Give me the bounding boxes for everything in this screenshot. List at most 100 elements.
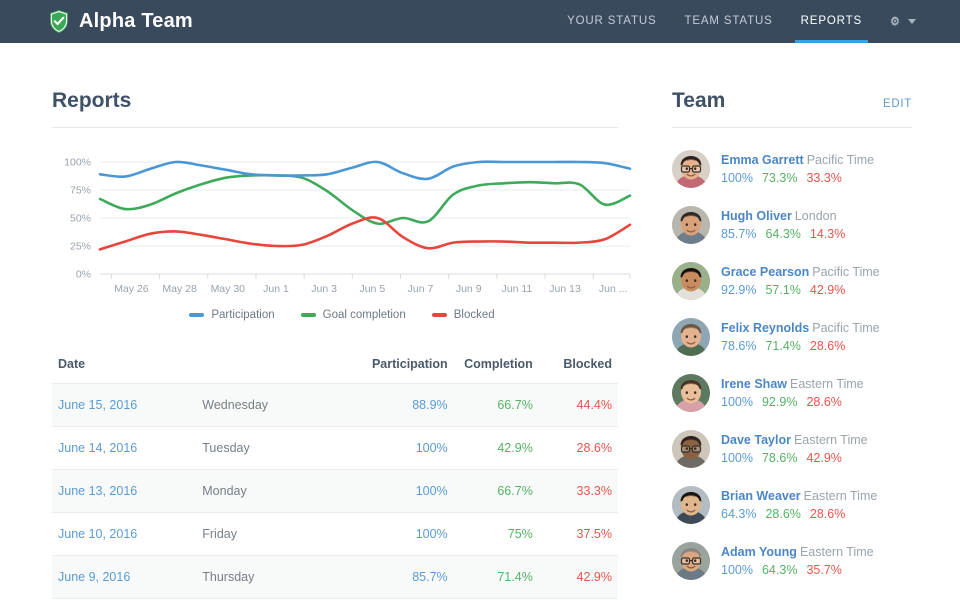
team-member-name[interactable]: Felix Reynolds — [721, 321, 809, 335]
table-row[interactable]: June 15, 2016 Wednesday 88.9% 66.7% 44.4% — [52, 383, 618, 427]
cell-weekday: Thursday — [202, 570, 255, 584]
team-member-item[interactable]: Brian Weaver Eastern Time 64.3% 28.6% 28.6% — [672, 482, 912, 528]
cell-weekday: Friday — [202, 527, 237, 541]
svg-text:25%: 25% — [70, 241, 91, 253]
cell-blocked: 33.3% — [576, 484, 612, 498]
team-member-blocked: 28.6% — [809, 506, 846, 521]
team-member-name[interactable]: Emma Garrett — [721, 153, 804, 167]
svg-text:Jun 11: Jun 11 — [501, 283, 532, 295]
team-member-stats: 100% 78.6% 42.9% — [721, 450, 868, 467]
main-column: Reports 0% 25% 50% 75% 100% May 26 May 28 May … — [0, 43, 660, 600]
team-member-info: Adam Young Eastern Time 100% 64.3% 35.7% — [721, 544, 874, 579]
team-member-stats: 100% 73.3% 33.3% — [721, 170, 874, 187]
team-member-item[interactable]: Irene Shaw Eastern Time 100% 92.9% 28.6% — [672, 370, 912, 416]
team-member-stats: 78.6% 71.4% 28.6% — [721, 338, 880, 355]
nav-link-team-status[interactable]: TEAM STATUS — [671, 0, 787, 43]
cell-date[interactable]: June 13, 2016 — [52, 470, 202, 513]
team-member-name[interactable]: Brian Weaver — [721, 489, 801, 503]
team-section-header: Team EDIT — [672, 89, 912, 128]
table-header-row: Date Participation Completion Blocked — [52, 357, 618, 384]
svg-text:Jun 13: Jun 13 — [549, 283, 581, 295]
team-member-name[interactable]: Hugh Oliver — [721, 209, 792, 223]
cell-participation: 100% — [415, 527, 448, 541]
cell-date[interactable]: June 10, 2016 — [52, 513, 202, 556]
team-member-blocked: 33.3% — [806, 170, 842, 185]
legend-swatch-goal-completion — [300, 313, 316, 317]
legend-label-participation: Participation — [211, 309, 275, 321]
table-row[interactable]: June 13, 2016 Monday 100% 66.7% 33.3% — [52, 469, 618, 513]
team-member-name[interactable]: Irene Shaw — [721, 377, 787, 391]
svg-text:May 26: May 26 — [114, 283, 149, 295]
avatar-dave-taylor — [672, 430, 710, 468]
team-member-stats: 100% 92.9% 28.6% — [721, 394, 864, 411]
team-member-completion: 64.3% — [765, 226, 801, 241]
team-member-name[interactable]: Dave Taylor — [721, 433, 791, 447]
cell-date[interactable]: June 14, 2016 — [52, 427, 202, 470]
team-member-completion: 71.4% — [765, 338, 801, 353]
reports-table: Date Participation Completion Blocked Ju… — [52, 357, 618, 600]
team-member-participation: 100% — [721, 562, 753, 577]
avatar-brian-weaver — [672, 486, 710, 524]
nav-link-reports[interactable]: REPORTS — [787, 0, 876, 43]
team-member-completion: 92.9% — [761, 394, 798, 409]
team-member-identity: Dave Taylor Eastern Time — [721, 432, 868, 449]
team-member-item[interactable]: Emma Garrett Pacific Time 100% 73.3% 33.3% — [672, 146, 912, 192]
cell-blocked: 42.9% — [576, 570, 612, 584]
avatar-grace-pearson — [672, 262, 710, 300]
cell-completion: 66.7% — [497, 398, 533, 412]
team-member-completion: 64.3% — [761, 562, 798, 577]
team-member-name[interactable]: Grace Pearson — [721, 265, 809, 279]
chart-legend: Participation Goal completion Blocked — [52, 309, 632, 321]
legend-item-goal-completion[interactable]: Goal completion — [300, 309, 406, 321]
team-member-item[interactable]: Grace Pearson Pacific Time 92.9% 57.1% 42.9% — [672, 258, 912, 304]
column-header-blocked[interactable]: Blocked — [533, 357, 618, 384]
team-member-item[interactable]: Adam Young Eastern Time 100% 64.3% 35.7% — [672, 538, 912, 584]
svg-text:May 30: May 30 — [211, 283, 246, 295]
column-header-date[interactable]: Date — [52, 357, 202, 384]
sidebar: Team EDIT Emma Garrett Pacific Time 100% 73… — [660, 43, 960, 600]
team-member-completion: 57.1% — [765, 282, 801, 297]
gear-icon — [888, 15, 902, 29]
reports-chart: 0% 25% 50% 75% 100% May 26 May 28 May 30 Jun 1 J… — [52, 154, 632, 321]
top-navigation-bar: Alpha Team YOUR STATUS TEAM STATUS REPOR… — [0, 0, 960, 43]
team-member-participation: 64.3% — [721, 506, 757, 521]
team-member-timezone: Pacific Time — [812, 320, 880, 335]
team-member-participation: 100% — [721, 394, 753, 409]
legend-swatch-participation — [189, 313, 205, 317]
team-member-timezone: Eastern Time — [799, 544, 874, 559]
team-member-timezone: Eastern Time — [803, 488, 878, 503]
chart-line-participation — [98, 160, 632, 181]
team-member-participation: 100% — [721, 450, 753, 465]
cell-completion: 71.4% — [497, 570, 533, 584]
legend-item-blocked[interactable]: Blocked — [431, 309, 495, 321]
column-header-participation[interactable]: Participation — [363, 357, 448, 384]
team-member-name[interactable]: Adam Young — [721, 545, 797, 559]
team-member-stats: 92.9% 57.1% 42.9% — [721, 282, 880, 299]
avatar-irene-shaw — [672, 374, 710, 412]
cell-participation: 100% — [415, 441, 448, 455]
team-member-item[interactable]: Felix Reynolds Pacific Time 78.6% 71.4% 28.6… — [672, 314, 912, 360]
column-header-completion[interactable]: Completion — [448, 357, 533, 384]
nav-link-your-status[interactable]: YOUR STATUS — [553, 0, 670, 43]
svg-text:Jun 9: Jun 9 — [456, 283, 482, 295]
legend-item-participation[interactable]: Participation — [189, 309, 275, 321]
team-member-item[interactable]: Hugh Oliver London 85.7% 64.3% 14.3% — [672, 202, 912, 248]
cell-date[interactable]: June 9, 2016 — [52, 556, 202, 599]
legend-swatch-blocked — [431, 313, 447, 317]
svg-text:0%: 0% — [76, 269, 91, 281]
team-edit-link[interactable]: EDIT — [883, 98, 912, 110]
chart-line-goal-completion — [98, 173, 632, 226]
svg-text:May 28: May 28 — [162, 283, 197, 295]
cell-date[interactable]: June 15, 2016 — [52, 384, 202, 427]
table-row[interactable]: June 9, 2016 Thursday 85.7% 71.4% 42.9% — [52, 555, 618, 599]
team-member-completion: 73.3% — [761, 170, 798, 185]
settings-menu-button[interactable] — [876, 15, 916, 29]
team-member-blocked: 28.6% — [809, 338, 846, 353]
avatar-adam-young — [672, 542, 710, 580]
brand-logo[interactable]: Alpha Team — [48, 9, 193, 34]
table-row[interactable]: June 14, 2016 Tuesday 100% 42.9% 28.6% — [52, 426, 618, 470]
team-member-participation: 92.9% — [721, 282, 757, 297]
team-member-item[interactable]: Dave Taylor Eastern Time 100% 78.6% 42.9% — [672, 426, 912, 472]
svg-text:75%: 75% — [70, 185, 91, 197]
table-row[interactable]: June 10, 2016 Friday 100% 75% 37.5% — [52, 512, 618, 556]
